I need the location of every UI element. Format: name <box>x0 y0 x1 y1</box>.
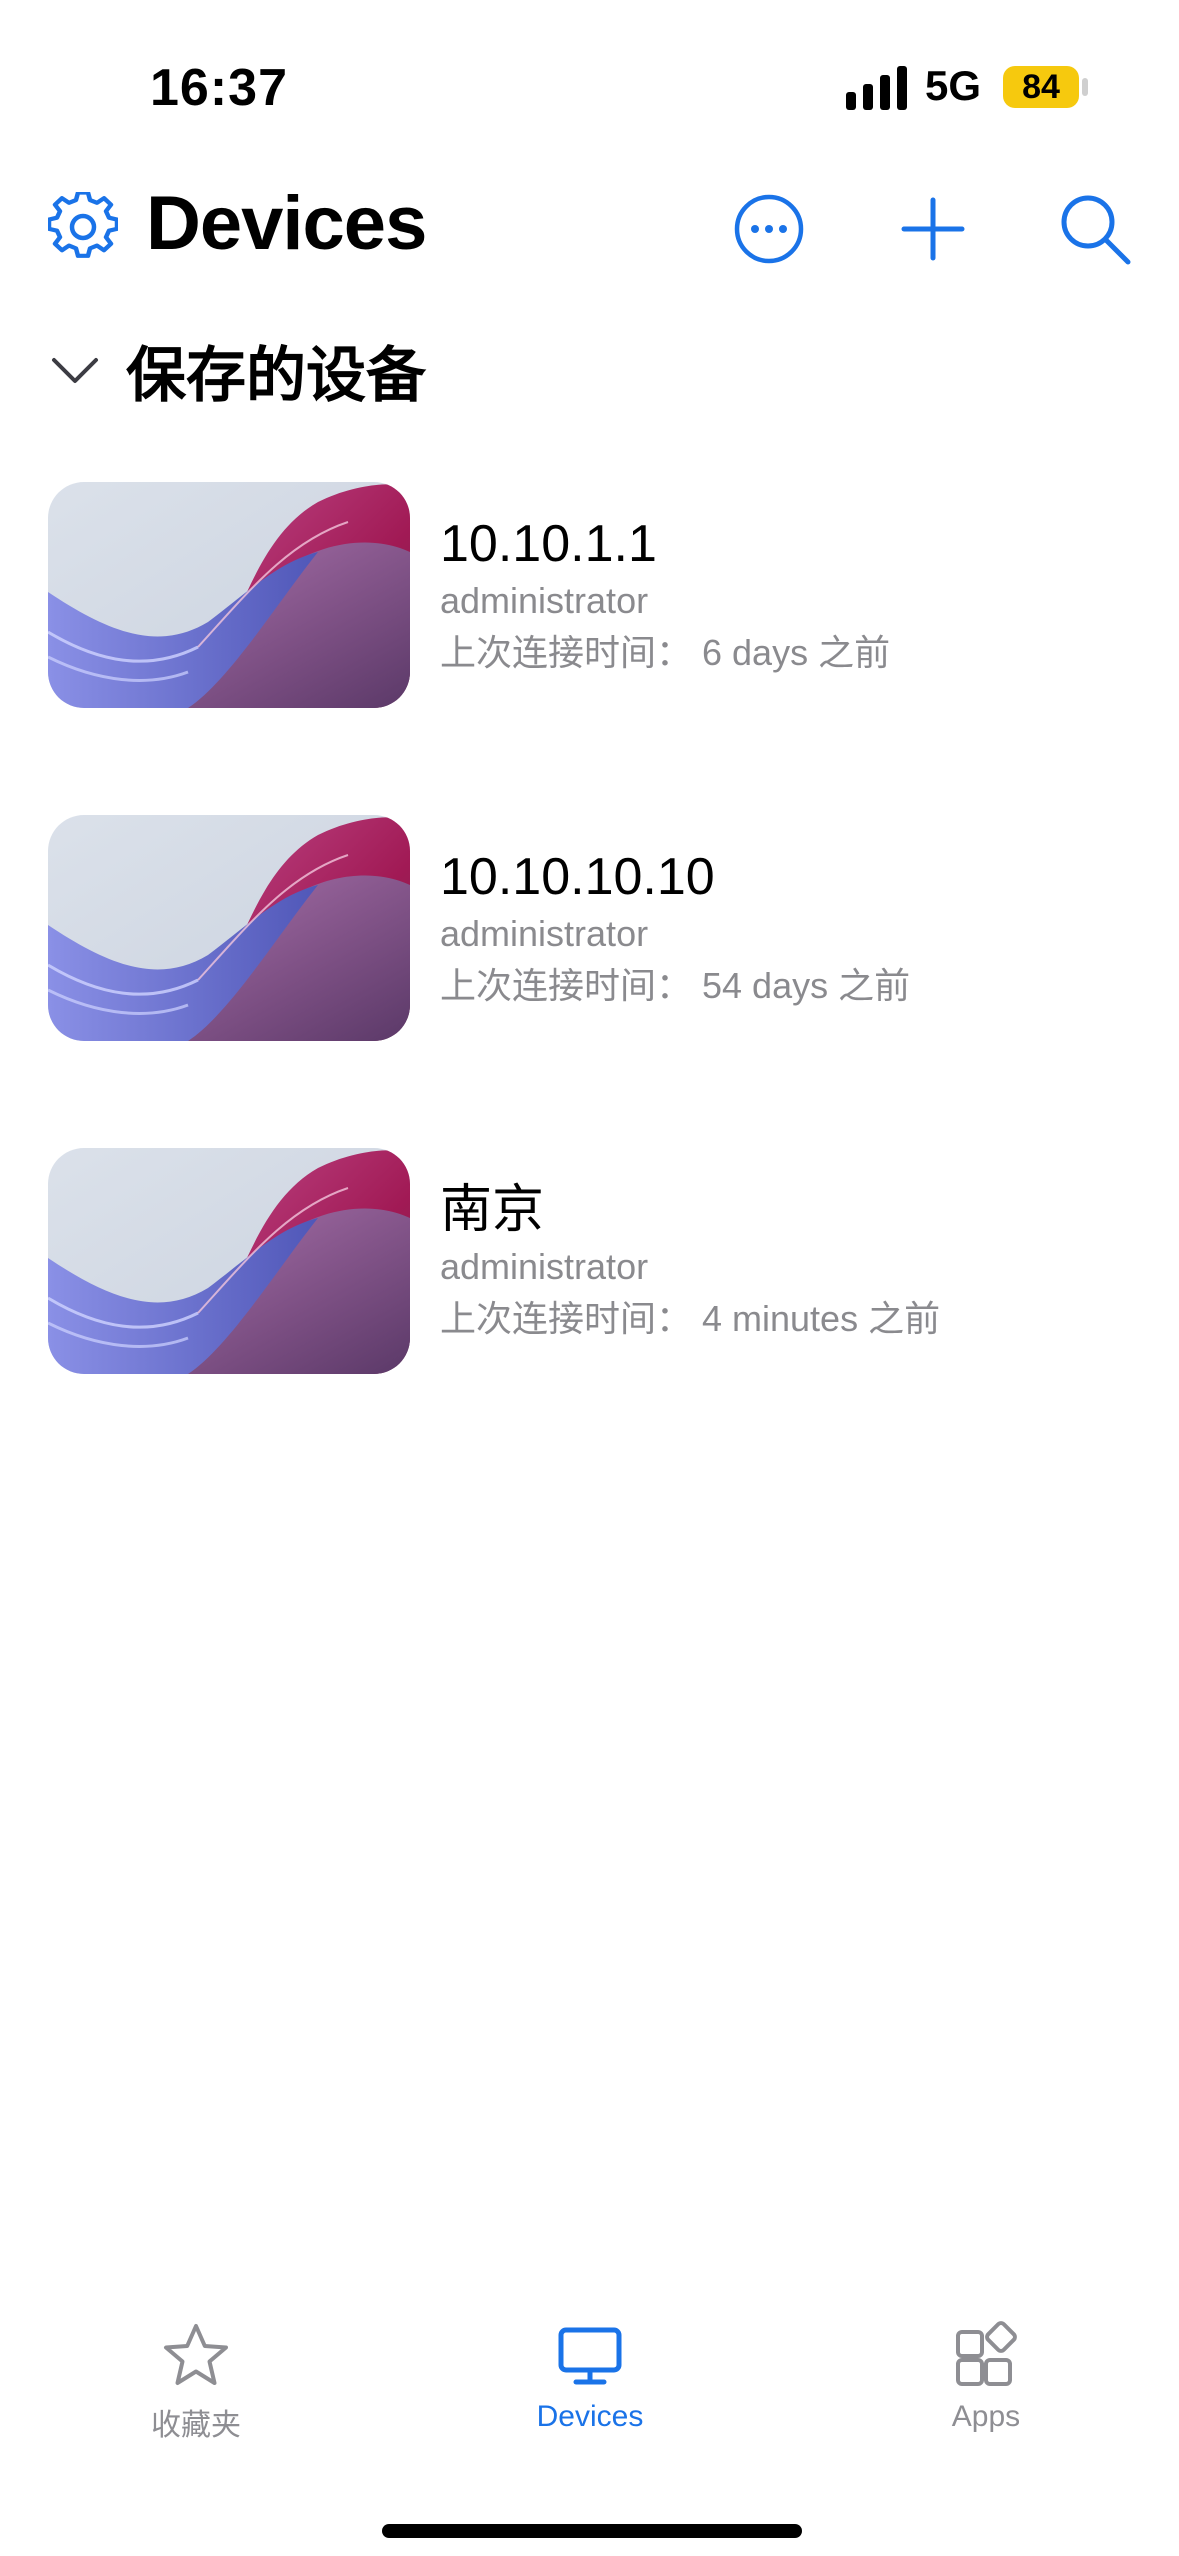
device-item[interactable]: 10.10.10.10 administrator 上次连接时间： 54 day… <box>48 815 1138 1041</box>
saved-devices-section-header[interactable]: 保存的设备 <box>48 328 426 412</box>
tab-devices[interactable]: Devices <box>470 2320 710 2470</box>
device-item[interactable]: 南京 administrator 上次连接时间： 4 minutes 之前 <box>48 1148 1138 1374</box>
home-indicator[interactable] <box>382 2524 802 2538</box>
search-icon[interactable] <box>1056 190 1134 268</box>
tab-label: Devices <box>536 2400 644 2433</box>
battery-cap <box>1082 78 1088 96</box>
device-name: 南京 <box>440 1181 545 1239</box>
tab-label: 收藏夹 <box>151 2409 241 2442</box>
battery-indicator: 84 <box>1003 66 1079 108</box>
chevron-down-icon[interactable] <box>48 343 102 397</box>
tab-favorites[interactable]: 收藏夹 <box>76 2320 316 2470</box>
star-icon <box>164 2324 228 2385</box>
device-name: 10.10.10.10 <box>440 848 715 906</box>
device-last-connected: 上次连接时间： 6 days 之前 <box>440 632 891 673</box>
section-title: 保存的设备 <box>126 341 426 409</box>
monitor-icon <box>558 2327 622 2385</box>
tab-bar: 收藏夹 Devices Apps <box>0 2320 1179 2480</box>
device-item[interactable]: 10.10.1.1 administrator 上次连接时间： 6 days 之… <box>48 482 1138 708</box>
gear-icon[interactable] <box>48 192 118 262</box>
device-name: 10.10.1.1 <box>440 515 657 573</box>
device-last-connected: 上次连接时间： 4 minutes 之前 <box>440 1298 941 1339</box>
device-user: administrator <box>440 580 649 621</box>
plus-icon[interactable] <box>894 190 972 268</box>
device-thumbnail[interactable] <box>48 815 410 1041</box>
network-type: 5G <box>925 62 982 109</box>
status-bar: 16:37 5G 84 <box>0 0 1179 150</box>
device-user: administrator <box>440 1246 649 1287</box>
apps-icon <box>956 2321 1017 2386</box>
device-user: administrator <box>440 913 649 954</box>
page-title: Devices <box>146 181 427 266</box>
status-time: 16:37 <box>150 59 288 117</box>
signal-icon <box>846 66 907 110</box>
device-last-connected: 上次连接时间： 54 days 之前 <box>440 965 911 1006</box>
tab-apps[interactable]: Apps <box>866 2320 1106 2470</box>
more-icon[interactable] <box>730 190 808 268</box>
tab-label: Apps <box>951 2400 1021 2433</box>
device-thumbnail[interactable] <box>48 482 410 708</box>
device-thumbnail[interactable] <box>48 1148 410 1374</box>
